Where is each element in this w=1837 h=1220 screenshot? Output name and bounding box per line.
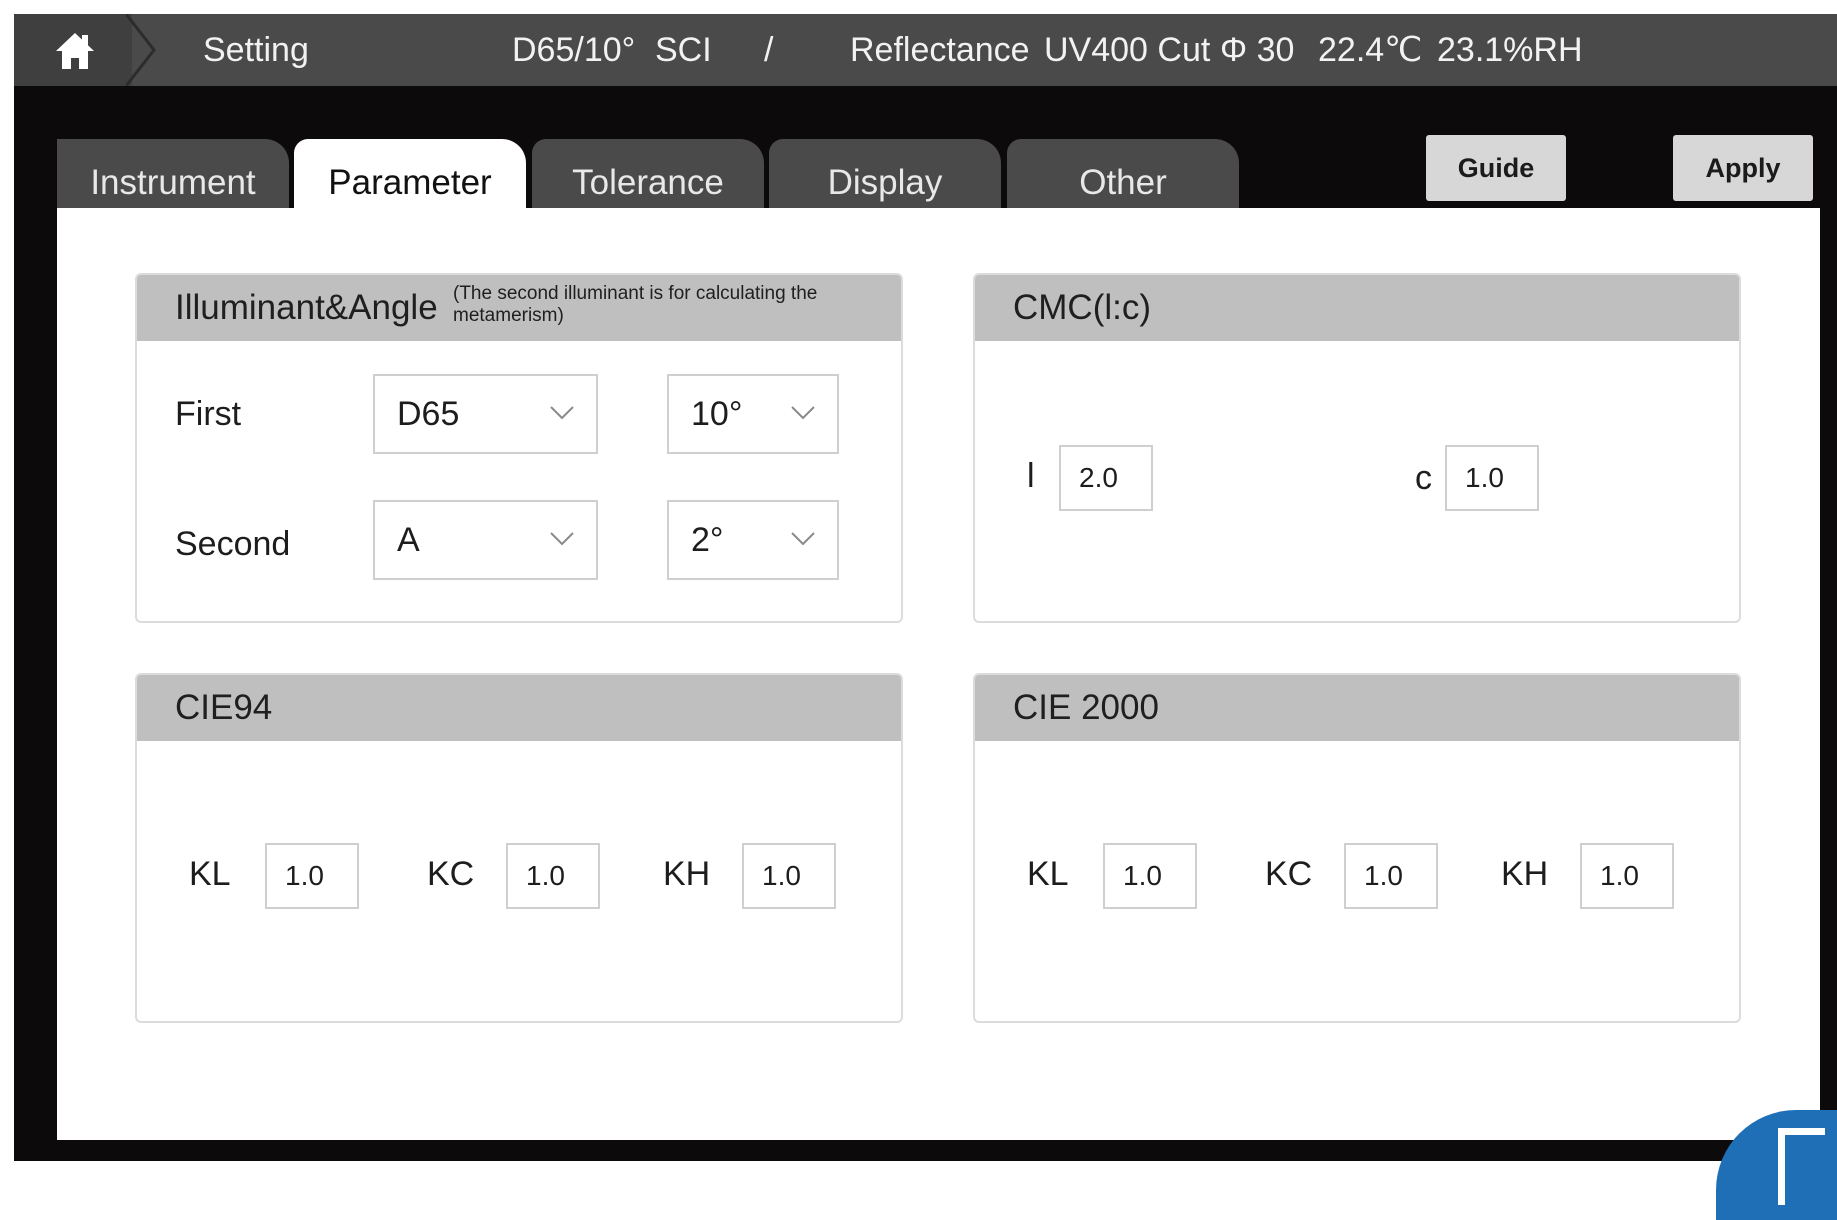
status-humidity: 23.1%RH xyxy=(1437,31,1583,69)
select-value: 2° xyxy=(691,521,724,559)
select-value: A xyxy=(397,521,420,559)
select-value: 10° xyxy=(691,395,743,433)
cie2000-kh-label: KH xyxy=(1501,855,1549,893)
panel-header: CIE 2000 xyxy=(975,675,1739,741)
cie2000-panel: CIE 2000 KL 1.0 KC 1.0 KH 1.0 xyxy=(973,673,1741,1023)
apply-button[interactable]: Apply xyxy=(1673,135,1813,201)
cie2000-kl-label: KL xyxy=(1027,855,1069,893)
panel-header: CIE94 xyxy=(137,675,901,741)
first-illuminant-select[interactable]: D65 xyxy=(373,374,598,454)
panel-title: CMC(l:c) xyxy=(1013,288,1152,327)
panel-note: (The second illuminant is for calculatin… xyxy=(453,283,818,326)
cie94-kc-input[interactable]: 1.0 xyxy=(506,843,600,909)
status-illuminant: D65/10° xyxy=(512,31,636,69)
second-illuminant-label: Second xyxy=(175,525,291,563)
status-mode: SCI xyxy=(655,31,712,69)
first-angle-select[interactable]: 10° xyxy=(667,374,839,454)
status-separator: / xyxy=(764,31,774,69)
panel-title: Illuminant&Angle xyxy=(175,288,438,327)
first-illuminant-label: First xyxy=(175,395,242,433)
cmc-c-label: c xyxy=(1415,459,1432,497)
illuminant-angle-panel: Illuminant&Angle (The second illuminant … xyxy=(135,273,903,623)
cie2000-kc-label: KC xyxy=(1265,855,1313,893)
select-value: D65 xyxy=(397,395,460,433)
chevron-down-icon xyxy=(791,532,815,546)
cie94-kh-label: KH xyxy=(663,855,711,893)
cie94-panel: CIE94 KL 1.0 KC 1.0 KH 1.0 xyxy=(135,673,903,1023)
second-illuminant-select[interactable]: A xyxy=(373,500,598,580)
second-angle-select[interactable]: 2° xyxy=(667,500,839,580)
cie94-kl-label: KL xyxy=(189,855,231,893)
home-button[interactable] xyxy=(14,14,132,86)
chevron-down-icon xyxy=(791,406,815,420)
cie2000-kh-input[interactable]: 1.0 xyxy=(1580,843,1674,909)
cmc-l-input[interactable]: 2.0 xyxy=(1059,445,1153,511)
cmc-panel: CMC(l:c) l 2.0 c 1.0 xyxy=(973,273,1741,623)
breadcrumb-chevron-icon xyxy=(126,14,156,86)
chevron-down-icon xyxy=(550,406,574,420)
device-screen: Setting D65/10° SCI / Reflectance UV400 … xyxy=(14,14,1837,1161)
status-aperture: Φ 30 xyxy=(1220,31,1295,69)
chevron-down-icon xyxy=(550,532,574,546)
cie94-kc-label: KC xyxy=(427,855,475,893)
status-bar: Setting D65/10° SCI / Reflectance UV400 … xyxy=(14,14,1837,86)
parameter-content: Illuminant&Angle (The second illuminant … xyxy=(57,208,1820,1140)
cie94-kl-input[interactable]: 1.0 xyxy=(265,843,359,909)
cmc-l-label: l xyxy=(1027,457,1035,495)
cie94-kh-input[interactable]: 1.0 xyxy=(742,843,836,909)
status-uv: UV400 Cut xyxy=(1044,31,1211,69)
home-icon xyxy=(56,33,94,69)
status-temperature: 22.4℃ xyxy=(1318,31,1423,69)
page-title: Setting xyxy=(203,31,309,69)
status-measure-type: Reflectance xyxy=(850,31,1030,69)
cie2000-kc-input[interactable]: 1.0 xyxy=(1344,843,1438,909)
cie2000-kl-input[interactable]: 1.0 xyxy=(1103,843,1197,909)
cmc-c-input[interactable]: 1.0 xyxy=(1445,445,1539,511)
panel-header: CMC(l:c) xyxy=(975,275,1739,341)
panel-title: CIE94 xyxy=(175,688,273,727)
guide-button[interactable]: Guide xyxy=(1426,135,1566,201)
panel-header: Illuminant&Angle (The second illuminant … xyxy=(137,275,901,341)
panel-title: CIE 2000 xyxy=(1013,688,1159,727)
